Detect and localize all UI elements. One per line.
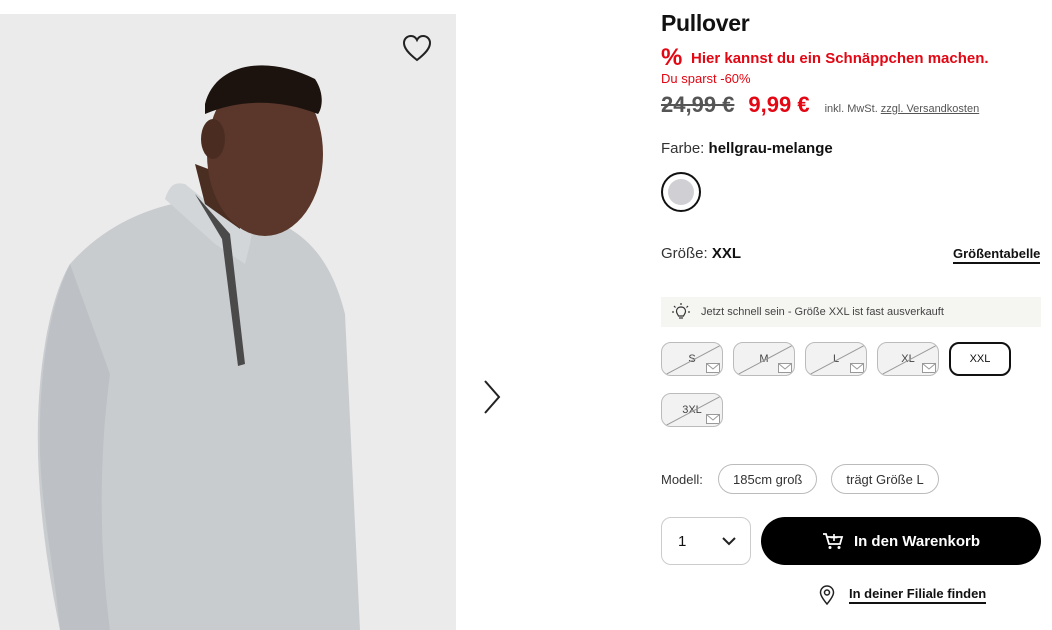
size-option-s[interactable]: S (661, 342, 723, 376)
model-info: Modell: 185cm groß trägt Größe L (661, 464, 953, 494)
color-swatch[interactable] (661, 172, 701, 212)
chevron-down-icon (722, 537, 736, 546)
color-value: hellgrau-melange (708, 140, 833, 157)
size-option-xxl[interactable]: XXL (949, 342, 1011, 376)
size-option-m[interactable]: M (733, 342, 795, 376)
size-chart-link[interactable]: Größentabelle (953, 246, 1041, 264)
product-image[interactable] (0, 14, 456, 630)
model-photo (0, 14, 456, 630)
new-price: 9,99 € (748, 92, 810, 117)
percent-icon: % (661, 44, 683, 71)
model-label: Modell: (661, 471, 703, 487)
mail-icon (778, 363, 792, 373)
size-option-label: L (832, 353, 840, 365)
size-option-label: S (688, 353, 696, 365)
size-option-xl[interactable]: XL (877, 342, 939, 376)
quantity-value: 1 (678, 532, 687, 550)
tax-text: inkl. MwSt. (824, 103, 878, 115)
color-label: Farbe: (661, 140, 705, 157)
size-value: XXL (711, 245, 742, 262)
mail-icon (706, 414, 720, 424)
product-title: Pullover (661, 10, 750, 36)
wishlist-heart-icon[interactable] (402, 34, 434, 64)
cart-icon (822, 533, 844, 549)
model-height-chip: 185cm groß (718, 464, 818, 494)
add-to-cart-label: In den Warenkorb (853, 532, 981, 550)
price-row: 24,99 € 9,99 € inkl. MwSt. zzgl. Versand… (661, 92, 1051, 118)
location-pin-icon (819, 585, 835, 605)
chevron-right-icon[interactable] (480, 378, 504, 416)
size-option-3xl[interactable]: 3XL (661, 393, 723, 427)
size-option-label: XXL (969, 353, 991, 365)
size-label: Größe: (661, 245, 708, 262)
deal-banner: % Hier kannst du ein Schnäppchen machen. (661, 44, 989, 71)
old-price: 24,99 € (661, 92, 735, 117)
mail-icon (850, 363, 864, 373)
size-option-l[interactable]: L (805, 342, 867, 376)
stock-hint: Jetzt schnell sein - Größe XXL ist fast … (661, 297, 1041, 327)
swatch-color (668, 179, 694, 205)
size-option-label: M (759, 353, 769, 365)
mail-icon (706, 363, 720, 373)
size-option-label: 3XL (682, 404, 702, 416)
find-in-store-label: In deiner Filiale finden (849, 586, 987, 604)
savings-text: Du sparst -60% (661, 71, 751, 86)
shipping-link[interactable]: zzgl. Versandkosten (881, 103, 979, 115)
size-option-label: XL (901, 353, 915, 365)
model-size-chip: trägt Größe L (831, 464, 939, 494)
stock-hint-text: Jetzt schnell sein - Größe XXL ist fast … (701, 306, 944, 318)
size-selection: Größe: XXL (661, 245, 741, 262)
find-in-store-link[interactable]: In deiner Filiale finden (819, 585, 987, 605)
add-to-cart-button[interactable]: In den Warenkorb (761, 517, 1041, 565)
quantity-select[interactable]: 1 (661, 517, 751, 565)
mail-icon (922, 363, 936, 373)
color-selection: Farbe: hellgrau-melange (661, 140, 833, 157)
deal-text: Hier kannst du ein Schnäppchen machen. (691, 49, 989, 67)
lightbulb-icon (672, 303, 690, 319)
